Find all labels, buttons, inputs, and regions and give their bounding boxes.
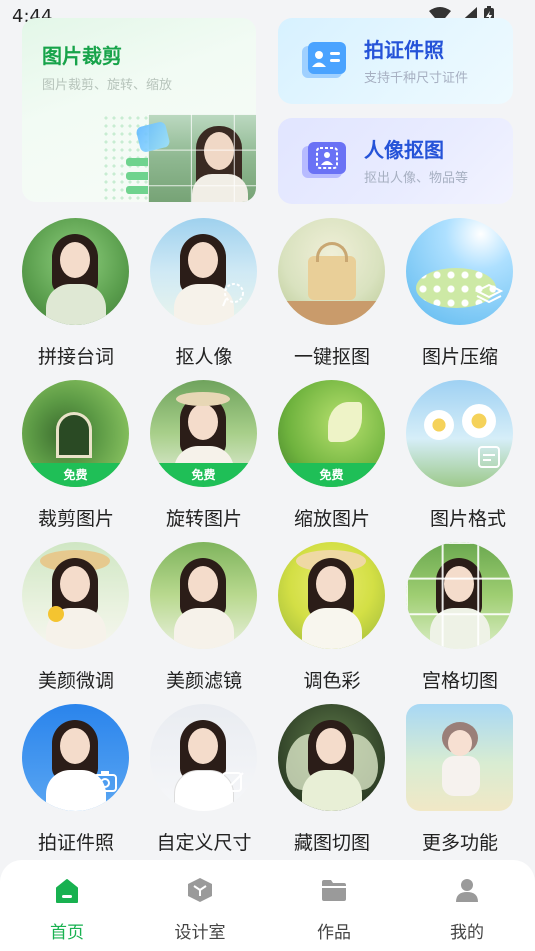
feature-thumbnail: 免费 <box>150 380 257 487</box>
feature-scale-image[interactable]: 免费 缩放图片 <box>268 380 396 540</box>
camera-icon <box>93 771 117 792</box>
bag-shape <box>308 256 356 300</box>
feature-label: 拍证件照 <box>37 832 114 854</box>
nav-home[interactable]: 首页 <box>27 876 107 943</box>
nav-mine[interactable]: 我的 <box>427 876 507 943</box>
bottom-nav: 首页 设计室 作品 我的 <box>0 860 535 951</box>
crop-card[interactable]: 图片裁剪 图片裁剪、旋转、缩放 <box>22 18 256 202</box>
feature-label: 美颜滤镜 <box>165 670 242 692</box>
feature-custom-size[interactable]: 自定义尺寸 <box>140 704 268 864</box>
feature-thumbnail <box>150 542 257 649</box>
feature-image-compress[interactable]: 图片压缩 <box>396 218 524 378</box>
feature-thumbnail: 免费 <box>278 380 385 487</box>
feature-thumbnail <box>150 218 257 325</box>
free-badge: 免费 <box>22 463 129 487</box>
nav-design-studio[interactable]: 设计室 <box>160 876 240 943</box>
portrait-cutout-card[interactable]: 人像抠图 抠出人像、物品等 <box>278 118 513 204</box>
feature-label: 一键抠图 <box>293 346 370 368</box>
id-photo-card[interactable]: 拍证件照 支持千种尺寸证件 <box>278 18 513 104</box>
feature-collage-lines[interactable]: 拼接台词 <box>12 218 140 378</box>
feature-label: 图片格式 <box>429 508 506 530</box>
feature-label: 自定义尺寸 <box>156 832 252 854</box>
feature-label: 调色彩 <box>303 670 361 692</box>
folder-icon <box>322 880 346 901</box>
feature-rotate-image[interactable]: 免费 旋转图片 <box>140 380 268 540</box>
home-icon <box>56 879 78 903</box>
feature-thumbnail <box>406 542 513 649</box>
feature-thumbnail: 免费 <box>22 380 129 487</box>
id-photo-subtitle: 支持千种尺寸证件 <box>364 71 469 86</box>
feature-cutout-person[interactable]: 抠人像 <box>140 218 268 378</box>
feature-thumbnail <box>406 380 513 487</box>
free-badge: 免费 <box>150 463 257 487</box>
feature-thumbnail <box>278 704 385 811</box>
grid-overlay <box>406 542 513 649</box>
nav-works[interactable]: 作品 <box>294 876 374 943</box>
feature-thumbnail <box>278 218 385 325</box>
feature-id-photo[interactable]: 拍证件照 <box>12 704 140 864</box>
cube-icon <box>188 878 212 902</box>
portrait-cutout-subtitle: 抠出人像、物品等 <box>364 171 469 186</box>
portrait-cutout-title: 人像抠图 <box>364 138 444 162</box>
feature-beauty-filter[interactable]: 美颜滤镜 <box>140 542 268 702</box>
butterfly-shape <box>328 402 362 442</box>
feature-label: 更多功能 <box>421 832 498 854</box>
feature-more[interactable]: 更多功能 <box>396 704 524 864</box>
feature-grid-split[interactable]: 宫格切图 <box>396 542 524 702</box>
feature-crop-image[interactable]: 免费 裁剪图片 <box>12 380 140 540</box>
feature-hidden-image-split[interactable]: 藏图切图 <box>268 704 396 864</box>
nav-label: 作品 <box>317 923 351 943</box>
free-badge: 免费 <box>278 463 385 487</box>
layers-icon <box>475 283 503 304</box>
feature-label: 图片压缩 <box>421 346 498 368</box>
feature-label: 藏图切图 <box>293 832 370 854</box>
feature-thumbnail <box>406 704 513 811</box>
id-card-icon <box>302 42 346 78</box>
feature-thumbnail <box>406 218 513 325</box>
edit-size-icon <box>222 772 244 792</box>
feature-thumbnail <box>150 704 257 811</box>
nav-label: 设计室 <box>174 923 226 943</box>
feature-one-click-cutout[interactable]: 一键抠图 <box>268 218 396 378</box>
crop-card-title: 图片裁剪 <box>42 44 122 68</box>
person-icon <box>456 879 478 902</box>
crop-card-subtitle: 图片裁剪、旋转、缩放 <box>42 78 173 93</box>
id-photo-title: 拍证件照 <box>364 38 444 62</box>
feature-label: 抠人像 <box>175 346 233 368</box>
feature-label: 裁剪图片 <box>37 508 114 530</box>
portrait-cutout-icon <box>302 142 346 178</box>
feature-label: 拼接台词 <box>37 346 114 368</box>
feature-image-format[interactable]: 图片格式 <box>396 380 524 540</box>
feature-color-adjust[interactable]: 调色彩 <box>268 542 396 702</box>
feature-thumbnail <box>22 218 129 325</box>
feature-label: 旋转图片 <box>165 508 242 530</box>
nav-label: 我的 <box>450 923 484 943</box>
feature-thumbnail <box>22 542 129 649</box>
feature-label: 美颜微调 <box>37 670 114 692</box>
nav-label: 首页 <box>50 923 84 943</box>
feature-thumbnail <box>278 542 385 649</box>
feature-beauty-adjust[interactable]: 美颜微调 <box>12 542 140 702</box>
feature-label: 宫格切图 <box>421 670 498 692</box>
lasso-icon <box>222 283 244 307</box>
feature-label: 缩放图片 <box>293 508 370 530</box>
format-icon <box>478 446 500 468</box>
feature-thumbnail <box>22 704 129 811</box>
